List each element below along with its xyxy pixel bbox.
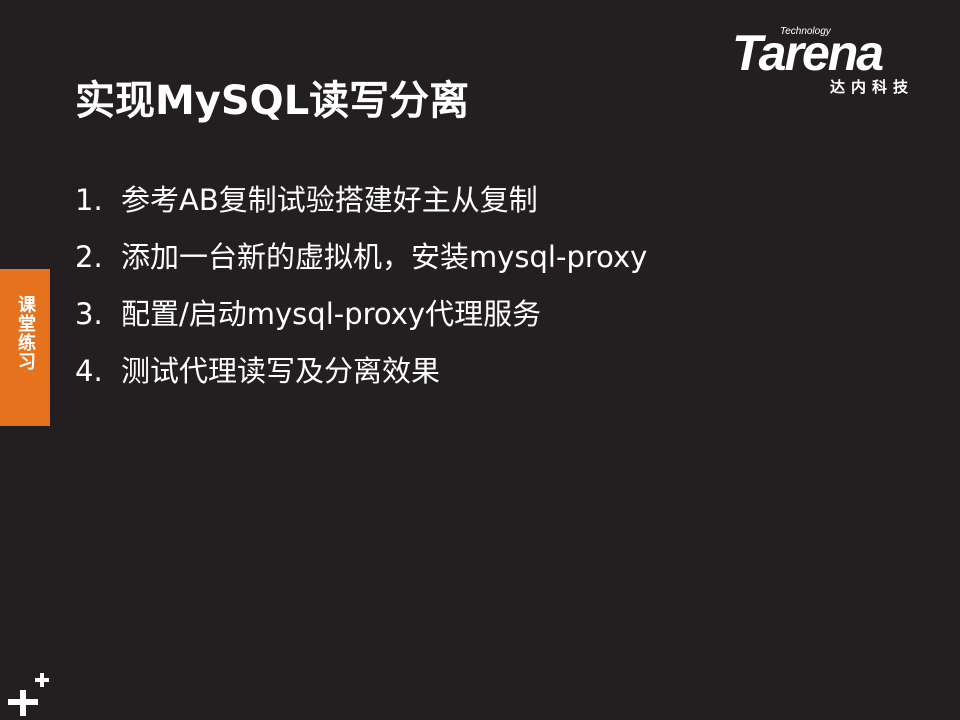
steps-list: 1. 参考AB复制试验搭建好主从复制 2. 添加一台新的虚拟机，安装mysql-… xyxy=(75,178,647,406)
classroom-exercise-tab: 课堂练习 xyxy=(0,269,50,426)
step-text: 测试代理读写及分离效果 xyxy=(121,354,441,388)
list-item: 1. 参考AB复制试验搭建好主从复制 xyxy=(75,178,647,235)
step-number: 3. xyxy=(75,297,103,331)
list-item: 2. 添加一台新的虚拟机，安装mysql-proxy xyxy=(75,235,647,292)
list-item: 3. 配置/启动mysql-proxy代理服务 xyxy=(75,292,647,349)
logo-technology-label: Technology xyxy=(780,26,831,37)
side-tab-label: 课堂练习 xyxy=(15,295,36,371)
step-number: 2. xyxy=(75,240,103,274)
slide-title: 实现MySQL读写分离 xyxy=(75,78,470,124)
step-text: 参考AB复制试验搭建好主从复制 xyxy=(121,183,538,217)
step-text: 配置/启动mysql-proxy代理服务 xyxy=(121,297,542,331)
logo-chinese-name: 达内科技 xyxy=(830,78,915,96)
tarena-logo: Tarena Technology 达内科技 xyxy=(732,24,932,100)
slide: 实现MySQL读写分离 Tarena Technology 达内科技 1. 参考… xyxy=(0,0,960,720)
step-text: 添加一台新的虚拟机，安装mysql-proxy xyxy=(121,240,648,274)
list-item: 4. 测试代理读写及分离效果 xyxy=(75,349,647,406)
plus-plus-icon xyxy=(8,673,49,716)
step-number: 4. xyxy=(75,354,103,388)
step-number: 1. xyxy=(75,183,103,217)
